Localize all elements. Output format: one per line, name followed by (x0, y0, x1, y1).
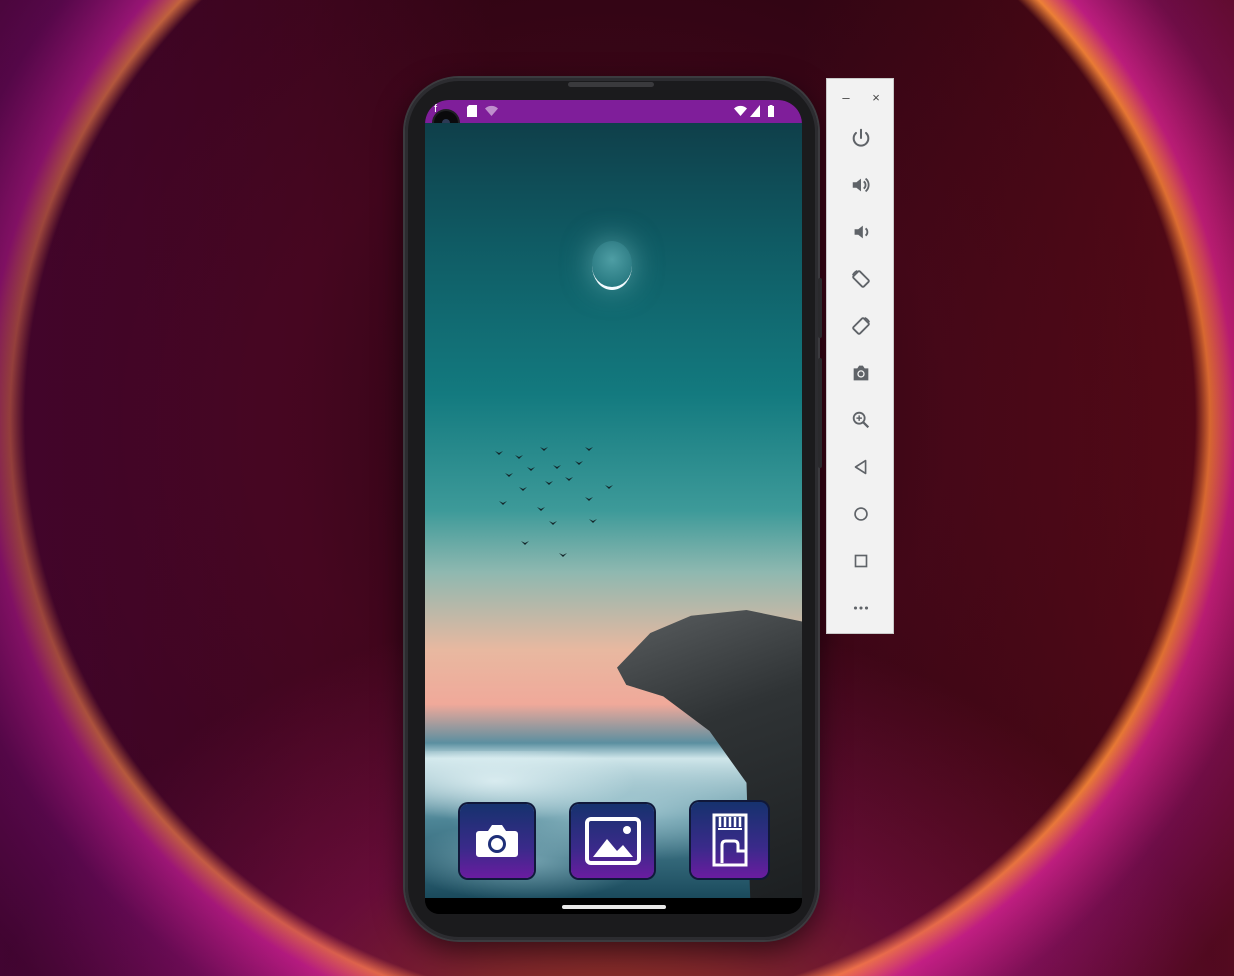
signal-icon (750, 105, 760, 117)
phone-volume-key (818, 358, 822, 468)
home-button[interactable] (844, 497, 878, 531)
birds-flock (485, 441, 625, 561)
camera-icon (853, 365, 869, 381)
home-circle-icon (854, 507, 868, 521)
battery-icon (768, 105, 774, 117)
sd-card-icon (712, 813, 747, 867)
more-button[interactable] (844, 591, 878, 625)
overview-button[interactable] (844, 544, 878, 578)
moon (592, 241, 632, 290)
rotate-left-icon (851, 269, 870, 288)
screenshot-button[interactable] (844, 356, 878, 390)
more-dots-icon (853, 606, 869, 610)
status-bar: f (425, 100, 802, 123)
volume-down-icon (854, 225, 869, 239)
wifi-icon (734, 105, 747, 116)
home-gesture-pill[interactable] (562, 905, 666, 909)
toolbar-window-controls: – × (827, 87, 895, 109)
back-button[interactable] (844, 450, 878, 484)
wifi-question-icon (485, 105, 498, 116)
back-triangle-icon (854, 459, 867, 475)
phone-power-key (818, 278, 822, 338)
power-icon (852, 128, 870, 147)
earpiece-speaker (568, 82, 654, 87)
camera-app-button[interactable] (460, 804, 534, 878)
zoom-button[interactable] (844, 403, 878, 437)
phone-frame: f (405, 78, 822, 940)
volume-down-button[interactable] (844, 215, 878, 249)
volume-up-button[interactable] (844, 168, 878, 202)
camera-icon (476, 825, 518, 857)
zoom-in-icon (852, 411, 870, 429)
rotate-right-button[interactable] (844, 309, 878, 343)
close-button[interactable]: × (866, 87, 886, 109)
minimize-button[interactable]: – (836, 87, 856, 109)
volume-up-icon (852, 177, 870, 193)
phone-screen[interactable]: f (425, 100, 802, 914)
sd-card-app-button[interactable] (691, 802, 768, 878)
rotate-right-icon (852, 316, 871, 335)
power-button[interactable] (844, 121, 878, 155)
wallpaper-image (425, 123, 802, 901)
rotate-left-button[interactable] (844, 262, 878, 296)
gallery-app-button[interactable] (571, 804, 654, 878)
status-left-glyph: f (434, 103, 438, 115)
overview-square-icon (854, 554, 868, 568)
sd-card-icon (467, 105, 477, 117)
image-icon (584, 817, 641, 865)
emulator-toolbar: – × (826, 78, 894, 634)
